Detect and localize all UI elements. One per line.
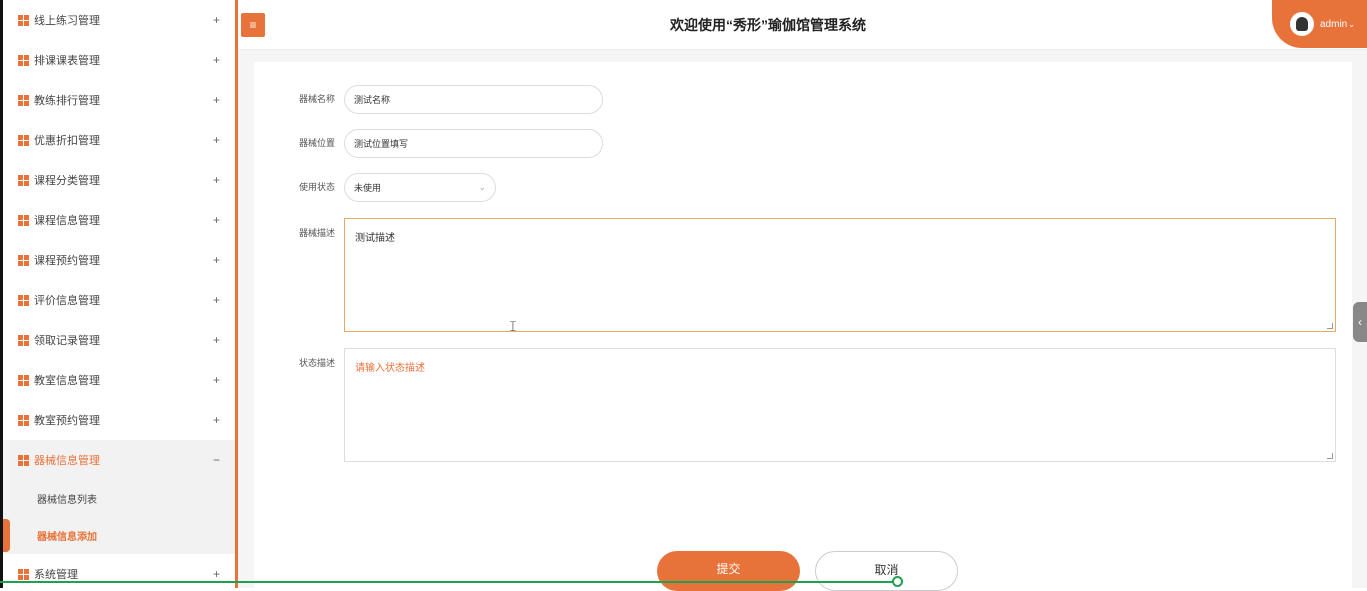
grid-icon xyxy=(18,14,30,26)
state-description-placeholder: 请输入状态描述 xyxy=(355,363,425,374)
sidebar-item-course-category[interactable]: 课程分类管理 + xyxy=(3,160,235,200)
expand-icon[interactable]: + xyxy=(213,333,220,347)
grid-icon xyxy=(18,334,30,346)
sidebar-item-discount[interactable]: 优惠折扣管理 + xyxy=(3,120,235,160)
resize-handle-icon[interactable] xyxy=(1327,453,1333,459)
expand-icon[interactable]: + xyxy=(213,567,220,581)
header: ≡ 欢迎使用“秀形”瑜伽馆管理系统 admin ⌄ xyxy=(238,0,1367,50)
sidebar-item-label: 教室预约管理 xyxy=(34,415,100,427)
sidebar-item-equipment[interactable]: 器械信息管理 − xyxy=(3,440,235,480)
grid-icon xyxy=(18,54,30,66)
text-cursor-icon: 𝙸 xyxy=(508,318,518,334)
name-label: 器械名称 xyxy=(298,94,335,104)
location-label: 器械位置 xyxy=(298,138,335,148)
cancel-button[interactable]: 取消 xyxy=(815,551,958,591)
expand-icon[interactable]: + xyxy=(213,413,220,427)
grid-icon xyxy=(18,454,30,466)
sidebar-subitem-label: 器械信息添加 xyxy=(37,532,97,543)
resize-handle-icon[interactable] xyxy=(1327,323,1333,329)
sidebar-item-label: 课程分类管理 xyxy=(34,175,100,187)
expand-icon[interactable]: + xyxy=(213,53,220,67)
main-content: 器械名称 测试名称 器械位置 测试位置填写 使用状态 未使用 ⌄ 器械描述 测试… xyxy=(238,50,1367,591)
form-row-location: 器械位置 测试位置填写 xyxy=(254,129,603,158)
location-input[interactable]: 测试位置填写 xyxy=(344,129,603,158)
sidebar-item-coach-ranking[interactable]: 教练排行管理 + xyxy=(3,80,235,120)
active-marker xyxy=(3,519,10,552)
grid-icon xyxy=(18,174,30,186)
expand-icon[interactable]: + xyxy=(213,93,220,107)
gear-icon xyxy=(18,568,30,580)
status-label: 使用状态 xyxy=(298,182,335,192)
sidebar-item-label: 器械信息管理 xyxy=(34,455,100,467)
sidebar-item-label: 课程信息管理 xyxy=(34,215,100,227)
sidebar-subitem-equipment-add[interactable]: 器械信息添加 xyxy=(3,517,235,554)
status-select[interactable]: 未使用 ⌄ xyxy=(344,173,496,202)
expand-icon[interactable]: + xyxy=(213,133,220,147)
avatar[interactable] xyxy=(1290,12,1314,36)
collapse-icon[interactable]: − xyxy=(213,453,220,467)
description-textarea[interactable]: 测试描述 xyxy=(344,218,1336,332)
sidebar-subitem-equipment-list[interactable]: 器械信息列表 xyxy=(3,480,235,517)
sidebar-item-classroom-booking[interactable]: 教室预约管理 + xyxy=(3,400,235,440)
form-row-name: 器械名称 测试名称 xyxy=(254,85,603,114)
progress-handle[interactable] xyxy=(892,576,903,587)
sidebar-item-label: 线上练习管理 xyxy=(34,15,100,27)
chevron-down-icon[interactable]: ⌄ xyxy=(1348,20,1355,29)
state-description-textarea[interactable]: 请输入状态描述 xyxy=(344,348,1336,462)
state-description-label: 状态描述 xyxy=(298,358,335,368)
grid-icon xyxy=(18,94,30,106)
expand-icon[interactable]: + xyxy=(213,293,220,307)
sidebar-subitem-label: 器械信息列表 xyxy=(37,495,97,506)
progress-line xyxy=(0,581,900,583)
sidebar-item-course-info[interactable]: 课程信息管理 + xyxy=(3,200,235,240)
expand-icon[interactable]: + xyxy=(213,373,220,387)
status-select-value: 未使用 xyxy=(354,183,382,193)
sidebar-item-online-practice[interactable]: 线上练习管理 + xyxy=(3,0,235,40)
grid-icon xyxy=(18,214,30,226)
name-input[interactable]: 测试名称 xyxy=(344,85,603,114)
menu-toggle-button[interactable]: ≡ xyxy=(241,13,265,37)
grid-icon xyxy=(18,134,30,146)
sidebar-item-label: 评价信息管理 xyxy=(34,295,100,307)
form-row-description: 器械描述 测试描述 xyxy=(254,218,1336,332)
sidebar: 线上练习管理 + 排课课表管理 + 教练排行管理 + 优惠折扣管理 + 课程分类… xyxy=(3,0,235,588)
sidebar-item-classroom-info[interactable]: 教室信息管理 + xyxy=(3,360,235,400)
sidebar-item-label: 教练排行管理 xyxy=(34,95,100,107)
description-label: 器械描述 xyxy=(298,228,335,238)
sidebar-item-label: 排课课表管理 xyxy=(34,55,100,67)
expand-icon[interactable]: + xyxy=(213,213,220,227)
sidebar-submenu-equipment: 器械信息列表 器械信息添加 xyxy=(3,480,235,554)
side-panel-tab[interactable]: ‹ xyxy=(1353,302,1367,342)
sidebar-item-reviews[interactable]: 评价信息管理 + xyxy=(3,280,235,320)
user-menu[interactable]: admin ⌄ xyxy=(1272,0,1367,48)
grid-icon xyxy=(18,254,30,266)
grid-icon xyxy=(18,414,30,426)
expand-icon[interactable]: + xyxy=(213,253,220,267)
sidebar-item-label: 课程预约管理 xyxy=(34,255,100,267)
sidebar-item-label: 领取记录管理 xyxy=(34,335,100,347)
sidebar-item-label: 教室信息管理 xyxy=(34,375,100,387)
form-row-status: 使用状态 未使用 ⌄ xyxy=(254,173,496,202)
user-name[interactable]: admin xyxy=(1320,19,1347,30)
expand-icon[interactable]: + xyxy=(213,173,220,187)
form-card: 器械名称 测试名称 器械位置 测试位置填写 使用状态 未使用 ⌄ 器械描述 测试… xyxy=(254,62,1352,588)
form-row-state-description: 状态描述 请输入状态描述 xyxy=(254,348,1336,462)
chevron-down-icon: ⌄ xyxy=(478,182,486,192)
expand-icon[interactable]: + xyxy=(213,13,220,27)
grid-icon xyxy=(18,294,30,306)
sidebar-item-schedule[interactable]: 排课课表管理 + xyxy=(3,40,235,80)
description-text: 测试描述 xyxy=(355,233,395,244)
page-title: 欢迎使用“秀形”瑜伽馆管理系统 xyxy=(670,17,866,33)
sidebar-item-claim-records[interactable]: 领取记录管理 + xyxy=(3,320,235,360)
sidebar-item-course-booking[interactable]: 课程预约管理 + xyxy=(3,240,235,280)
sidebar-item-label: 优惠折扣管理 xyxy=(34,135,100,147)
sidebar-item-label: 系统管理 xyxy=(34,569,78,581)
grid-icon xyxy=(18,374,30,386)
submit-button[interactable]: 提交 xyxy=(657,551,800,591)
